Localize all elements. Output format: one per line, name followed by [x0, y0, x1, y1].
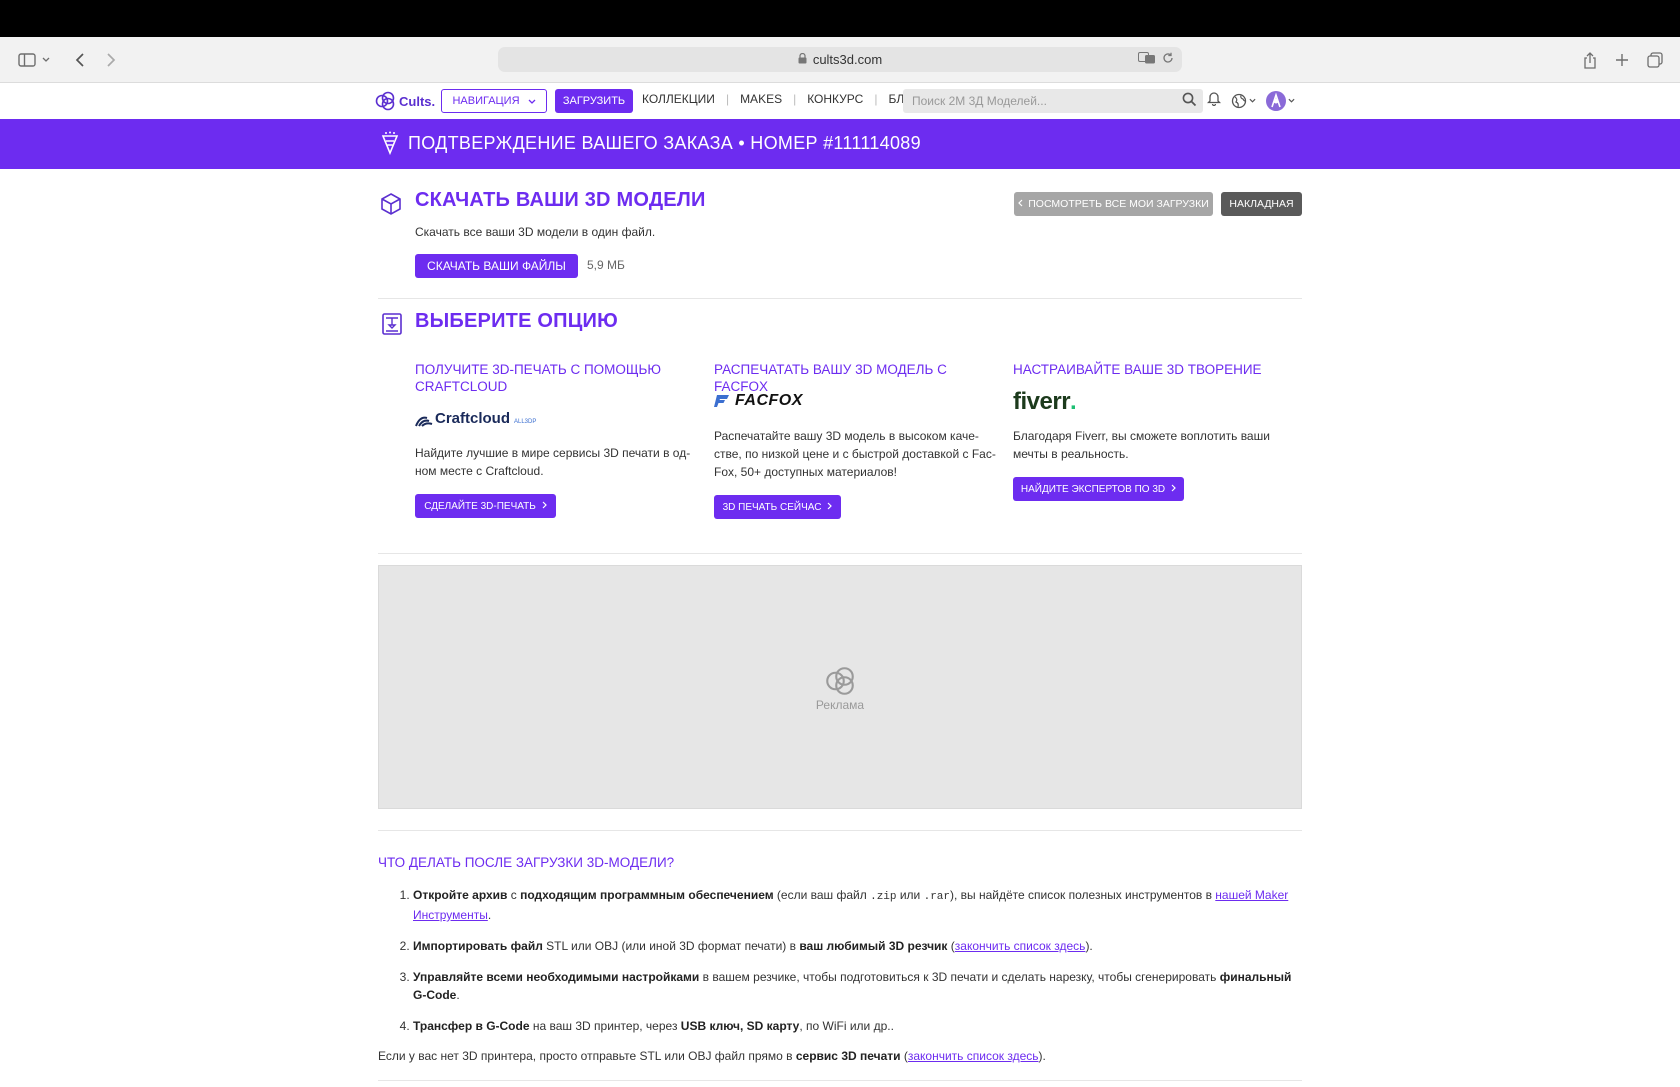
view-all-downloads-label: ПОСМОТРЕТЬ ВСЕ МОИ ЗАГРУЗКИ [1028, 198, 1209, 210]
option-fiverr-description: Благодаря Fiverr, вы сможете воплотить в… [1013, 429, 1270, 461]
section-divider [378, 830, 1302, 831]
craftcloud-print-label: СДЕЛАЙТЕ 3D-ПЕЧАТЬ [424, 500, 536, 512]
chevron-down-icon [1288, 98, 1295, 103]
tabs-icon[interactable] [1644, 49, 1666, 71]
fiverr-dot: . [1070, 388, 1077, 415]
nav-links: КОЛЛЕКЦИИ | MAKES | КОНКУРС | БЛОГ [642, 92, 920, 106]
nav-separator: | [725, 92, 730, 106]
cults-logo[interactable]: Cults. [375, 91, 435, 111]
file-size: 5,9 МБ [587, 258, 625, 272]
navigation-button[interactable]: НАВИГАЦИЯ [441, 89, 547, 113]
bell-icon[interactable] [1206, 90, 1222, 111]
address-bar[interactable]: cults3d.com [498, 47, 1182, 72]
choose-option-title: ВЫБЕРИТЕ ОПЦИЮ [415, 310, 618, 332]
print-service-note: Если у вас нет 3D принтера, просто отпра… [378, 1049, 1046, 1063]
fiverr-logo: fiverr. [1013, 388, 1077, 416]
url-text: cults3d.com [812, 52, 883, 67]
invoice-button[interactable]: НАКЛАДНАЯ [1221, 192, 1302, 216]
share-icon[interactable] [1579, 49, 1601, 71]
back-icon[interactable] [69, 49, 91, 71]
slicer-list-link[interactable]: закончить список здесь [955, 939, 1086, 953]
party-popper-icon [380, 131, 400, 160]
facfox-print-button[interactable]: 3D ПЕЧАТЬ СЕЙЧАС [714, 495, 841, 519]
section-divider [378, 553, 1302, 554]
lock-icon [798, 52, 807, 67]
download-title: СКАЧАТЬ ВАШИ 3D МОДЕЛИ [415, 189, 706, 211]
list-item: Трансфер в G-Code на ваш 3D принтер, чер… [413, 1017, 1305, 1035]
logo-text: Cults. [399, 93, 436, 109]
forward-icon[interactable] [100, 49, 122, 71]
page-title: ПОДТВЕРЖДЕНИЕ ВАШЕГО ЗАКАЗА • НОМЕР #111… [408, 133, 921, 153]
nav-separator: | [874, 92, 878, 106]
globe-icon [1231, 93, 1247, 108]
option-facfox-title: РАСПЕЧАТАТЬ ВАШУ 3D МОДЕЛЬ С FACFOX [714, 362, 947, 394]
craftcloud-wordmark: Craftcloud [435, 410, 510, 427]
option-facfox-description: Распечатайте вашу 3D модель в высоком ка… [714, 429, 996, 479]
sidebar-icon[interactable] [16, 49, 38, 71]
view-all-downloads-button[interactable]: ПОСМОТРЕТЬ ВСЕ МОИ ЗАГРУЗКИ [1014, 192, 1213, 216]
nav-link-makes[interactable]: MAKES [740, 92, 782, 106]
craftcloud-logo: Craftcloud ALL3DP [415, 410, 536, 427]
cults-logo-icon [375, 91, 395, 111]
section-divider [378, 1080, 1302, 1081]
print-service-list-link[interactable]: закончить список здесь [908, 1049, 1039, 1063]
list-item: Управляйте всеми необходимыми настройкам… [413, 968, 1305, 1004]
chevron-right-icon [827, 502, 833, 513]
chevron-right-icon [1171, 484, 1176, 495]
box-3d-icon [380, 192, 402, 221]
avatar [1266, 90, 1286, 111]
download-files-button[interactable]: СКАЧАТЬ ВАШИ ФАЙЛЫ [415, 254, 578, 278]
download-description: Скачать все ваши 3D модели в один файл. [415, 225, 656, 239]
list-item: Импортировать файл STL или OBJ (или иной… [413, 937, 1305, 955]
fiverr-experts-label: НАЙДИТЕ ЭКСПЕРТОВ ПО 3D [1020, 483, 1166, 495]
option-craftcloud-title: ПОЛУЧИТЕ 3D-ПЕЧАТЬ С ПОМОЩЬЮ CRAFTCLOUD [415, 362, 662, 394]
chevron-down-icon[interactable] [40, 49, 52, 71]
user-menu[interactable] [1266, 90, 1295, 111]
steps-list: Откройте архив с подходящим программным … [413, 886, 1305, 1048]
facfox-print-label: 3D ПЕЧАТЬ СЕЙЧАС [722, 501, 822, 513]
facfox-wordmark: FACFOX [735, 392, 803, 409]
reload-icon[interactable] [1162, 52, 1174, 67]
chevron-left-icon [1018, 198, 1023, 210]
upload-button[interactable]: ЗАГРУЗИТЬ [555, 89, 633, 113]
option-fiverr-title: НАСТРАИВАЙТЕ ВАШЕ 3D ТВОРЕНИЕ [1013, 362, 1262, 377]
list-item: Откройте архив с подходящим программным … [413, 886, 1305, 924]
site-header: Cults. НАВИГАЦИЯ ЗАГРУЗИТЬ КОЛЛЕКЦИИ | M… [0, 83, 1680, 119]
ad-label: Реклама [815, 698, 865, 712]
craftcloud-logo-icon [415, 416, 433, 427]
search-box [903, 89, 1203, 113]
search-icon[interactable] [1182, 92, 1197, 112]
browser-toolbar: cults3d.com [0, 37, 1680, 83]
nav-separator: | [793, 92, 797, 106]
cults-logo-icon [826, 667, 854, 695]
search-input[interactable] [903, 89, 1163, 113]
chevron-down-icon [528, 95, 536, 107]
all3dp-mark: ALL3DP [514, 419, 537, 425]
printer-icon [381, 312, 403, 341]
faq-title: ЧТО ДЕЛАТЬ ПОСЛЕ ЗАГРУЗКИ 3D-МОДЕЛИ? [378, 855, 675, 870]
facfox-logo-icon [714, 395, 729, 407]
language-menu[interactable] [1231, 93, 1256, 109]
system-top-bar [0, 0, 1680, 37]
section-divider [378, 298, 1302, 299]
nav-link-collections[interactable]: КОЛЛЕКЦИИ [642, 92, 715, 106]
chevron-right-icon [542, 501, 547, 512]
facfox-logo: FACFOX [714, 392, 803, 410]
chevron-down-icon [1249, 98, 1256, 103]
ad-placeholder: Реклама [378, 565, 1302, 809]
fiverr-wordmark: fiverr [1013, 388, 1071, 415]
order-confirmation-banner: ПОДТВЕРЖДЕНИЕ ВАШЕГО ЗАКАЗА • НОМЕР #111… [0, 119, 1680, 169]
new-tab-icon[interactable] [1611, 49, 1633, 71]
option-craftcloud-description: Найдите лучшие в мире сервисы 3D печати … [415, 446, 691, 478]
nav-link-contest[interactable]: КОНКУРС [807, 92, 863, 106]
navigation-label: НАВИГАЦИЯ [452, 95, 520, 107]
fiverr-experts-button[interactable]: НАЙДИТЕ ЭКСПЕРТОВ ПО 3D [1013, 477, 1184, 501]
craftcloud-print-button[interactable]: СДЕЛАЙТЕ 3D-ПЕЧАТЬ [415, 494, 556, 518]
translate-icon[interactable] [1138, 52, 1156, 67]
